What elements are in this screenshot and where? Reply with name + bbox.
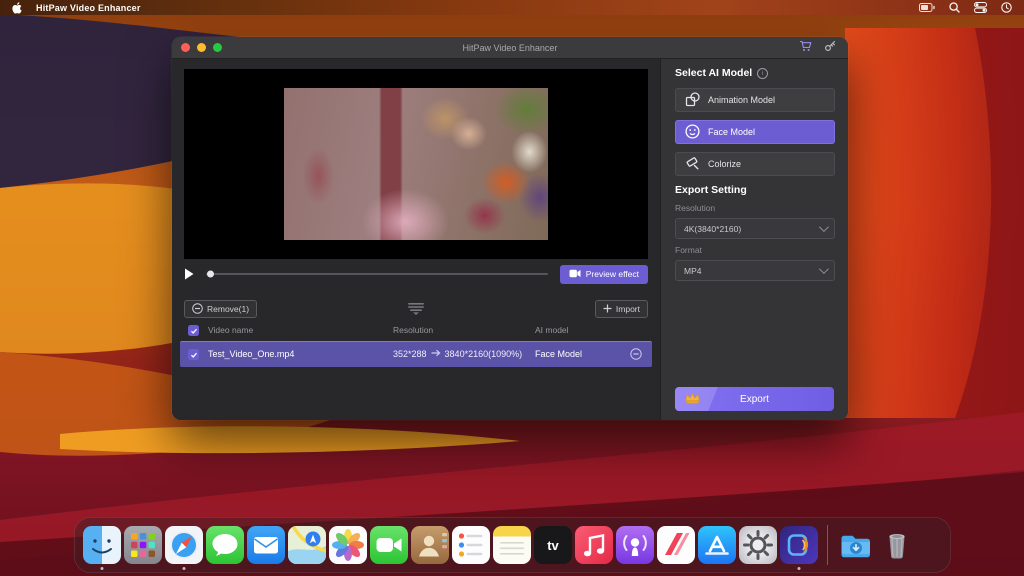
plus-icon (603, 304, 612, 315)
dock-icon-appstore[interactable] (698, 526, 736, 564)
dock-icon-photos[interactable] (329, 526, 367, 564)
column-resolution[interactable]: Resolution (393, 325, 433, 335)
remove-row-icon[interactable] (630, 348, 642, 362)
apple-menu[interactable] (12, 1, 22, 14)
format-label: Format (675, 245, 702, 255)
dock-separator (827, 525, 828, 565)
dock-icon-launchpad[interactable] (124, 526, 162, 564)
app-window: HitPaw Video Enhancer Preview effect Rem… (172, 37, 848, 420)
collapse-handle-icon[interactable] (407, 302, 425, 320)
dock-icon-settings[interactable] (739, 526, 777, 564)
camera-icon (569, 269, 581, 280)
dock-icon-safari[interactable] (165, 526, 203, 564)
preview-effect-label: Preview effect (585, 269, 639, 279)
model-colorize-label: Colorize (708, 159, 742, 169)
dock-icon-maps[interactable] (288, 526, 326, 564)
model-button-animation[interactable]: Animation Model (675, 88, 835, 112)
export-setting-title: Export Setting (675, 184, 747, 196)
window-title: HitPaw Video Enhancer (462, 42, 558, 53)
format-value: MP4 (684, 265, 702, 276)
resolution-to: 3840*2160(1090%) (444, 349, 523, 359)
row-checkbox[interactable] (188, 349, 199, 360)
list-toolbar: Remove(1) Import (184, 299, 648, 319)
dock-icon-appletv[interactable]: tv (534, 526, 572, 564)
face-model-icon (685, 123, 700, 141)
export-button[interactable]: Export (675, 387, 834, 411)
resolution-label: Resolution (675, 203, 716, 213)
dock-icon-hitpaw[interactable] (780, 526, 818, 564)
dock: tv (74, 517, 951, 573)
minus-circle-icon (192, 302, 203, 316)
select-all-checkbox[interactable] (188, 325, 199, 336)
import-button-label: Import (615, 304, 640, 314)
video-preview (184, 69, 648, 259)
row-video-name: Test_Video_One.mp4 (208, 349, 295, 359)
dock-icon-trash[interactable] (878, 526, 916, 564)
video-row[interactable]: Test_Video_One.mp4 352*288 3840*2160(109… (180, 341, 652, 367)
tv-glyph: tv (547, 537, 559, 553)
format-dropdown[interactable]: MP4 (675, 260, 835, 281)
dock-icon-news[interactable] (657, 526, 695, 564)
animation-model-icon (685, 91, 700, 109)
crown-icon (684, 391, 701, 408)
menu-bar: HitPaw Video Enhancer (0, 0, 1024, 15)
play-button[interactable] (184, 268, 200, 280)
select-ai-model-title: Select AI Model (675, 67, 753, 79)
menubar-app-name[interactable]: HitPaw Video Enhancer (36, 3, 141, 13)
progress-track[interactable] (206, 272, 548, 276)
export-button-label: Export (740, 393, 769, 405)
dock-icon-facetime[interactable] (370, 526, 408, 564)
resolution-dropdown[interactable]: 4K(3840*2160) (675, 218, 835, 239)
remove-button[interactable]: Remove(1) (184, 300, 258, 318)
preview-effect-button[interactable]: Preview effect (559, 264, 648, 284)
column-ai-model[interactable]: AI model (535, 325, 569, 335)
colorize-icon (685, 156, 700, 173)
progress-slider[interactable] (206, 265, 548, 283)
side-panel: Select AI Model i Animation Model Face M… (660, 59, 848, 420)
player-controls: Preview effect (184, 264, 648, 284)
title-bar[interactable]: HitPaw Video Enhancer (172, 37, 848, 59)
clock-icon[interactable] (1001, 2, 1012, 13)
column-video-name[interactable]: Video name (208, 325, 253, 335)
chevron-down-icon (818, 264, 829, 275)
model-button-face[interactable]: Face Model (675, 120, 835, 144)
dock-icon-reminders[interactable] (452, 526, 490, 564)
resolution-from: 352*288 (393, 349, 427, 359)
arrow-right-icon (431, 349, 441, 359)
dock-icon-contacts[interactable] (411, 526, 449, 564)
dock-icon-messages[interactable] (206, 526, 244, 564)
remove-button-label: Remove(1) (207, 304, 250, 314)
row-resolution: 352*288 3840*2160(1090%) (393, 349, 522, 359)
cart-icon[interactable] (799, 39, 812, 57)
battery-icon[interactable] (919, 3, 935, 12)
control-center-icon[interactable] (974, 2, 987, 13)
model-button-colorize[interactable]: Colorize (675, 152, 835, 176)
dock-icon-podcasts[interactable] (616, 526, 654, 564)
spotlight-icon[interactable] (949, 2, 960, 13)
dock-icon-downloads[interactable] (837, 526, 875, 564)
resolution-value: 4K(3840*2160) (684, 223, 742, 234)
apple-logo-icon (12, 1, 22, 14)
model-face-label: Face Model (708, 127, 756, 137)
video-frame (284, 88, 548, 240)
dock-icon-mail[interactable] (247, 526, 285, 564)
chevron-down-icon (818, 222, 829, 233)
dock-icon-notes[interactable] (493, 526, 531, 564)
dock-icon-music[interactable] (575, 526, 613, 564)
row-ai-model: Face Model (535, 349, 583, 359)
info-icon[interactable]: i (757, 67, 769, 79)
dock-icon-finder[interactable] (83, 526, 121, 564)
model-animation-label: Animation Model (708, 95, 776, 105)
main-area: Preview effect Remove(1) Import Video na… (172, 59, 660, 420)
list-header: Video name Resolution AI model (180, 323, 652, 339)
key-icon[interactable] (824, 39, 836, 57)
import-button[interactable]: Import (594, 300, 648, 318)
slider-knob[interactable] (207, 270, 214, 278)
